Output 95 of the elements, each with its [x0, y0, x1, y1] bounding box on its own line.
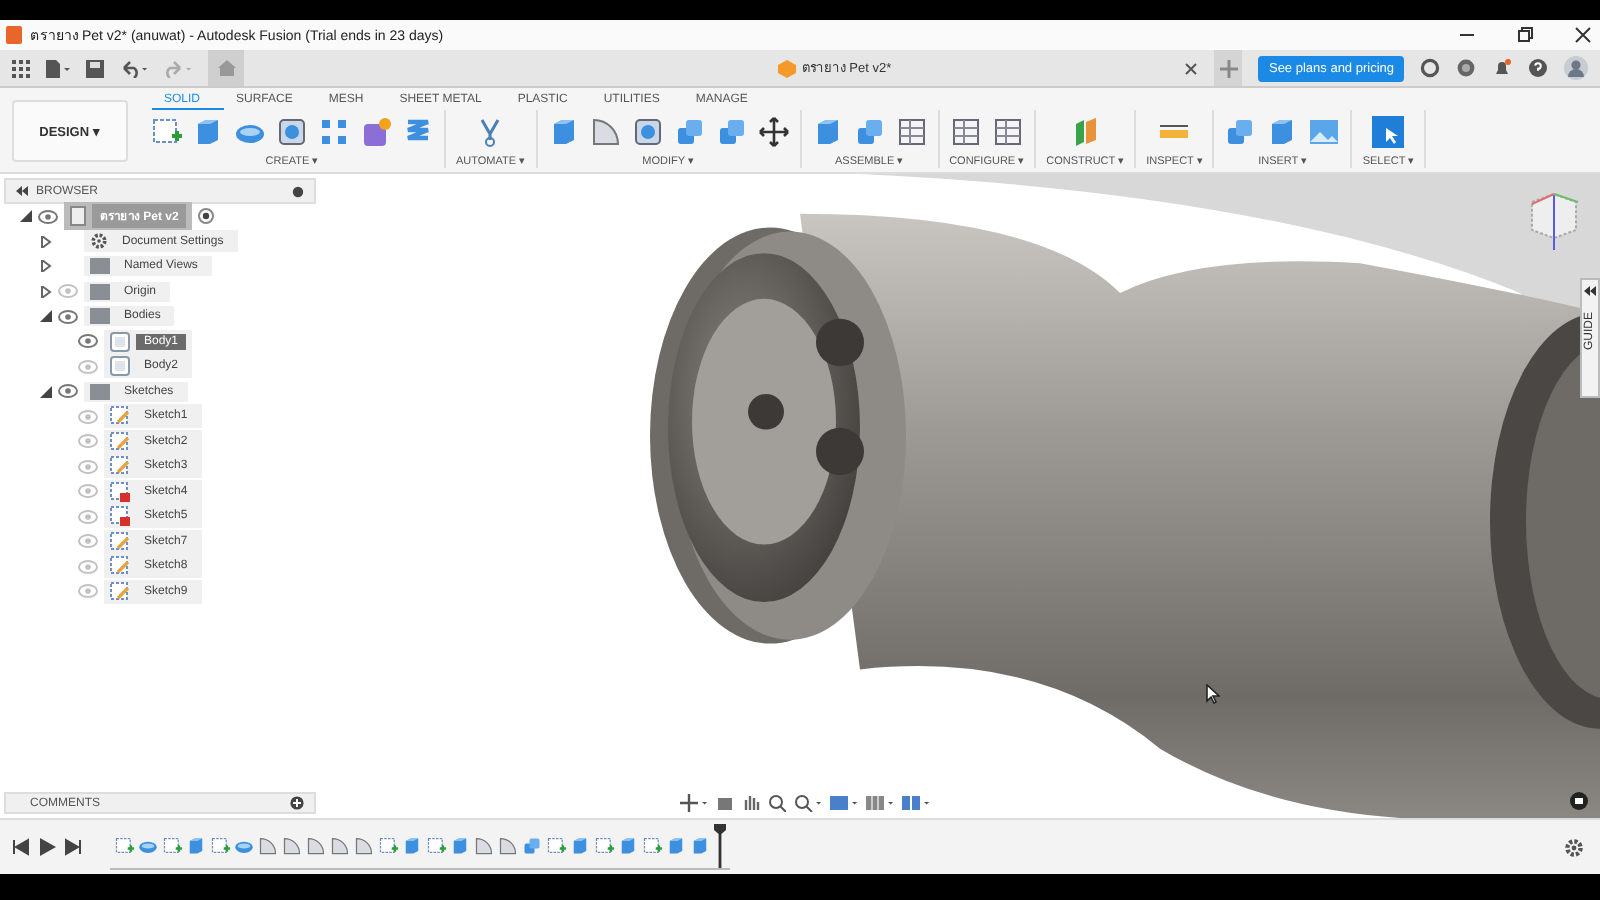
derive-icon [1224, 116, 1257, 148]
configure-icon [949, 116, 982, 148]
extrude-icon [570, 836, 590, 856]
sketch-icon [110, 531, 130, 552]
close-icon[interactable] [1574, 26, 1592, 44]
collapse-icon[interactable] [20, 210, 32, 223]
fillet-icon [589, 116, 622, 148]
collapse-icon[interactable] [1584, 286, 1596, 296]
file-icon[interactable] [46, 59, 70, 77]
look-at-icon[interactable] [716, 794, 734, 812]
sketch-icon [210, 836, 230, 856]
sketch-icon [426, 836, 446, 856]
sync-icon[interactable] [1420, 58, 1440, 78]
collapse-icon[interactable] [40, 385, 52, 398]
play-icon[interactable] [38, 838, 56, 856]
sketch-icon [162, 836, 182, 856]
expand-icon[interactable] [40, 260, 52, 273]
extrude-icon [450, 836, 470, 856]
grid-menu-icon[interactable] [12, 59, 30, 77]
skip-forward-icon[interactable] [64, 838, 82, 856]
plus-icon [1219, 59, 1238, 77]
table-icon [991, 116, 1024, 148]
box-icon [777, 59, 796, 77]
revolve-icon [234, 836, 254, 856]
sketch-icon [150, 116, 182, 148]
shell-icon [631, 116, 664, 148]
sketch-icon [110, 431, 130, 452]
extrude-icon [192, 116, 224, 148]
viewports-icon[interactable] [902, 794, 930, 812]
joint-icon [853, 116, 886, 148]
offset-icon [715, 116, 748, 148]
folder-icon [90, 383, 110, 400]
close-icon[interactable] [1184, 61, 1199, 75]
combine-icon [673, 116, 706, 148]
sketch-icon [110, 456, 130, 477]
body-icon [110, 356, 130, 377]
undo-icon[interactable] [120, 59, 148, 77]
sketch-icon [594, 836, 614, 856]
move-icon [757, 116, 790, 148]
sketch-icon [110, 406, 130, 427]
collapse-icon[interactable] [16, 186, 28, 196]
pattern-icon [318, 116, 350, 148]
settings-icon[interactable] [1564, 837, 1584, 857]
eye-icon[interactable] [58, 384, 78, 399]
sketch-icon [378, 836, 398, 856]
pin-icon[interactable] [292, 185, 304, 197]
restore-icon[interactable] [1516, 26, 1534, 44]
fit-icon[interactable] [794, 794, 822, 812]
sketch-icon [642, 836, 662, 856]
extrude-icon [618, 836, 638, 856]
extrude-icon [666, 836, 686, 856]
avatar-icon[interactable] [1564, 56, 1588, 80]
bell-icon[interactable] [1492, 58, 1512, 78]
pan-icon[interactable] [742, 794, 760, 812]
orbit-icon[interactable] [680, 794, 708, 812]
body-icon [110, 331, 130, 352]
zoom-icon[interactable] [768, 794, 786, 812]
hole-icon [276, 116, 308, 148]
save-icon[interactable] [86, 59, 104, 77]
eye-icon[interactable] [78, 334, 98, 349]
document-icon [70, 206, 86, 227]
cursor-icon [1206, 684, 1220, 704]
eye-icon[interactable] [38, 209, 58, 224]
jobs-icon[interactable] [1456, 58, 1476, 78]
help-icon[interactable] [1528, 58, 1548, 78]
new-tab-button[interactable] [1214, 50, 1243, 86]
radio-icon[interactable] [198, 208, 215, 225]
home-icon [217, 60, 235, 76]
skip-back-icon[interactable] [12, 838, 30, 856]
chat-icon[interactable] [1570, 792, 1588, 810]
collapse-icon[interactable] [40, 310, 52, 323]
sketch-icon [110, 581, 130, 602]
revolve-icon [138, 836, 158, 856]
select-icon [1372, 116, 1405, 148]
sketch-warning-icon [110, 481, 130, 502]
expand-icon[interactable] [40, 285, 52, 298]
extrude-icon [402, 836, 422, 856]
sketch-icon [114, 836, 134, 856]
eye-icon[interactable] [58, 309, 78, 324]
grid-icon[interactable] [866, 794, 894, 812]
expand-icon[interactable] [40, 235, 52, 248]
timeline-marker-icon[interactable] [714, 824, 726, 868]
gear-icon [90, 232, 108, 251]
sketch-icon [110, 556, 130, 577]
add-comment-icon[interactable] [290, 796, 304, 810]
table-icon [895, 116, 928, 148]
image-icon [1308, 116, 1341, 148]
combine-icon [522, 836, 542, 856]
extrude-icon [690, 836, 710, 856]
form-icon [360, 116, 392, 148]
sketch-icon [546, 836, 566, 856]
extrude-icon [186, 836, 206, 856]
display-icon[interactable] [830, 794, 858, 812]
app-icon [6, 26, 22, 44]
sketch-warning-icon [110, 506, 130, 527]
